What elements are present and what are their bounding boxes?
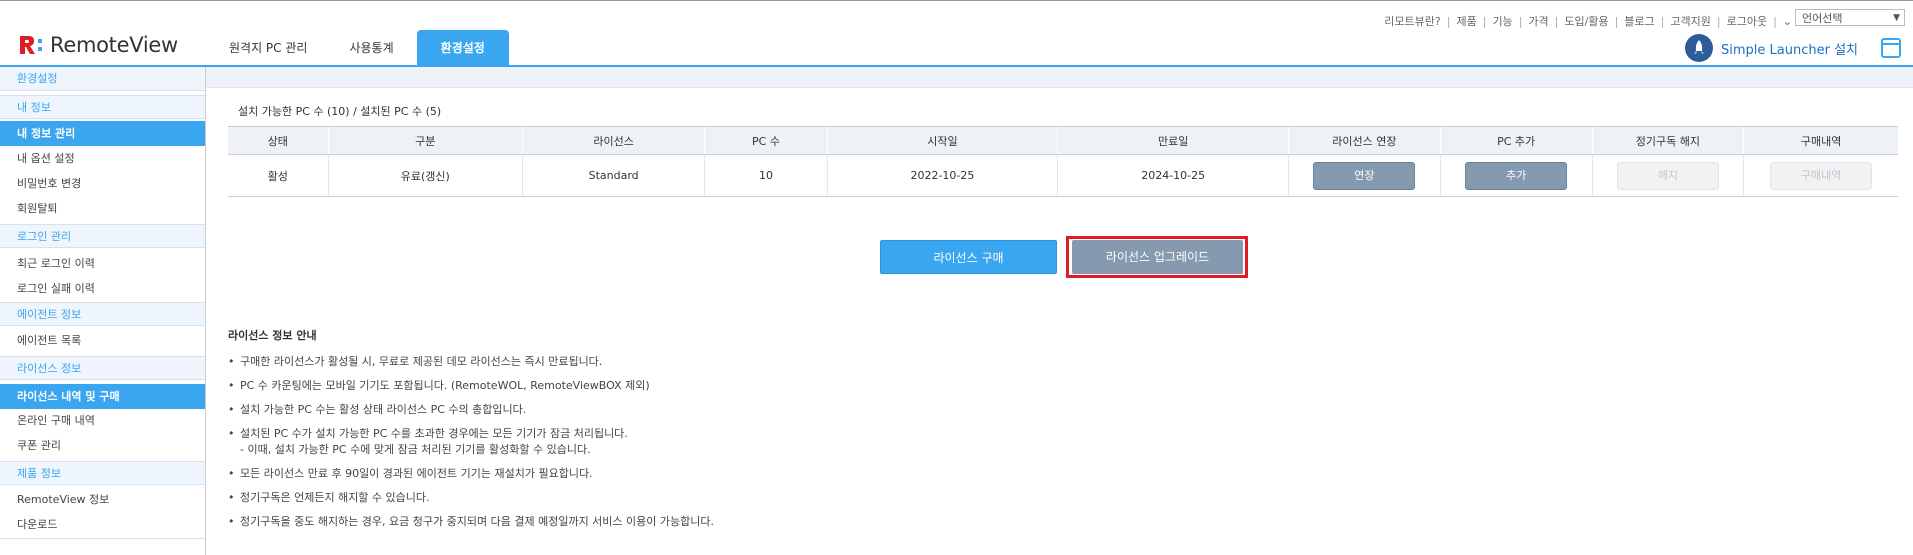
content-top-bar xyxy=(206,67,1913,88)
chevron-down-icon: ▼ xyxy=(1893,13,1900,23)
table-header-row: 상태 구분 라이선스 PC 수 시작일 만료일 라이선스 연장 PC 추가 정기… xyxy=(228,126,1898,155)
topnav-pricing[interactable]: 가격 xyxy=(1522,13,1554,29)
cell-type: 유료(갱신) xyxy=(327,154,523,197)
sidebar-item-coupon[interactable]: 쿠폰 관리 xyxy=(0,435,205,457)
col-type: 구분 xyxy=(327,126,523,155)
col-pc-count: PC 수 xyxy=(704,126,828,155)
sidebar-section-my-info[interactable]: 내 정보 xyxy=(0,95,205,119)
col-start: 시작일 xyxy=(826,126,1058,155)
logo[interactable]: RemoteView xyxy=(18,32,178,58)
logo-text: RemoteView xyxy=(50,33,178,57)
cell-license: Standard xyxy=(521,154,705,197)
table-row: 활성 유료(갱신) Standard 10 2022-10-25 2024-10… xyxy=(228,154,1898,197)
sidebar-item-agent-list[interactable]: 에이전트 목록 xyxy=(0,330,205,352)
rocket-icon xyxy=(1685,34,1713,62)
col-status: 상태 xyxy=(228,126,329,155)
col-add-pc: PC 추가 xyxy=(1439,126,1593,155)
cell-pc-count: 10 xyxy=(704,154,828,197)
tab-settings[interactable]: 환경설정 xyxy=(416,30,509,66)
sidebar-item-license-history[interactable]: 라이선스 내역 및 구매 xyxy=(0,384,205,409)
sidebar-item-download[interactable]: 다운로드 xyxy=(0,514,205,536)
topnav-blog[interactable]: 블로그 xyxy=(1618,13,1660,29)
topnav-product[interactable]: 제품 xyxy=(1450,13,1482,29)
sidebar-item-my-options[interactable]: 내 옵션 설정 xyxy=(0,148,205,170)
sidebar-item-login-failure[interactable]: 로그인 실패 이력 xyxy=(0,278,205,300)
cell-add-pc: 추가 xyxy=(1439,154,1593,197)
topnav-logout[interactable]: 로그아웃 xyxy=(1721,13,1773,29)
col-extend: 라이선스 연장 xyxy=(1288,126,1441,155)
buy-license-button[interactable]: 라이선스 구매 xyxy=(880,240,1057,274)
cell-cancel: 해지 xyxy=(1591,154,1744,197)
sidebar-section-login[interactable]: 로그인 관리 xyxy=(0,224,205,248)
cell-start: 2022-10-25 xyxy=(826,154,1058,197)
sidebar-item-my-info-manage[interactable]: 내 정보 관리 xyxy=(0,121,205,146)
sidebar-item-withdraw[interactable]: 회원탈퇴 xyxy=(0,198,205,220)
launcher-install-link[interactable]: Simple Launcher 설치 xyxy=(1685,34,1858,62)
sidebar-item-online-purchase[interactable]: 온라인 구매 내역 xyxy=(0,410,205,432)
info-item: • 정기구독을 중도 해지하는 경우, 요금 청구가 중지되며 다음 결제 예정일… xyxy=(228,515,714,528)
info-item: • 설치 가능한 PC 수는 활성 상태 라이선스 PC 수의 총합입니다. xyxy=(228,403,527,416)
sidebar-item-password[interactable]: 비밀번호 변경 xyxy=(0,173,205,195)
info-title: 라이선스 정보 안내 xyxy=(228,329,317,342)
col-end: 만료일 xyxy=(1057,126,1289,155)
remoteview-logo-icon xyxy=(20,36,42,54)
info-item: • 구매한 라이선스가 활성될 시, 무료로 제공된 데모 라이선스는 즉시 만료… xyxy=(228,355,603,368)
cell-extend: 연장 xyxy=(1288,154,1441,197)
add-pc-button[interactable]: 추가 xyxy=(1465,161,1568,190)
cell-end: 2024-10-25 xyxy=(1057,154,1289,197)
sidebar-divider xyxy=(0,538,205,539)
info-item: • 모든 라이선스 만료 후 90일이 경과된 에이전트 기기는 재설치가 필요합… xyxy=(228,467,593,480)
header: RemoteView 리모트뷰란? | 제품 | 기능 | 가격 | 도입/활용 | 블로… xyxy=(0,1,1913,67)
topnav-support[interactable]: 고객지원 xyxy=(1664,13,1716,29)
license-table: 상태 구분 라이선스 PC 수 시작일 만료일 라이선스 연장 PC 추가 정기… xyxy=(228,126,1898,197)
sidebar-item-recent-login[interactable]: 최근 로그인 이력 xyxy=(0,253,205,275)
cancel-subscription-button: 해지 xyxy=(1616,161,1719,190)
sidebar-section-product[interactable]: 제품 정보 xyxy=(0,461,205,485)
purchase-history-button: 구매내역 xyxy=(1770,161,1873,190)
info-item: • 정기구독은 언제든지 해지할 수 있습니다. xyxy=(228,491,430,504)
sidebar-section-license[interactable]: 라이선스 정보 xyxy=(0,356,205,380)
col-cancel: 정기구독 해지 xyxy=(1591,126,1744,155)
col-license: 라이선스 xyxy=(521,126,705,155)
cell-history: 구매내역 xyxy=(1743,154,1898,197)
tab-statistics[interactable]: 사용통계 xyxy=(330,30,412,66)
extend-button[interactable]: 연장 xyxy=(1313,161,1416,190)
language-select[interactable]: 언어선택 ▼ xyxy=(1795,9,1905,26)
upgrade-license-button[interactable]: 라이선스 업그레이드 xyxy=(1072,240,1243,274)
sidebar-section-agent[interactable]: 에이전트 정보 xyxy=(0,302,205,326)
launcher-label: Simple Launcher 설치 xyxy=(1721,42,1858,58)
topnav-about[interactable]: 리모트뷰란? xyxy=(1378,13,1446,29)
topnav-features[interactable]: 기능 xyxy=(1486,13,1518,29)
sidebar-item-remoteview-info[interactable]: RemoteView 정보 xyxy=(0,489,205,511)
cell-status: 활성 xyxy=(228,154,329,197)
info-subitem: - 이때, 설치 가능한 PC 수에 맞게 잠금 처리된 기기를 활성화할 수 … xyxy=(240,443,591,456)
topnav-usecase[interactable]: 도입/활용 xyxy=(1558,13,1614,29)
top-utility-nav: 리모트뷰란? | 제품 | 기능 | 가격 | 도입/활용 | 블로그 | 고객지원 | 로그… xyxy=(1378,13,1798,29)
col-history: 구매내역 xyxy=(1743,126,1898,155)
info-item: • 설치된 PC 수가 설치 가능한 PC 수를 초과한 경우에는 모든 기기가 … xyxy=(228,427,628,440)
window-icon[interactable] xyxy=(1881,38,1901,58)
info-item: • PC 수 카운팅에는 모바일 기기도 포함됩니다. (RemoteWOL, R… xyxy=(228,379,650,392)
tab-remote-pc[interactable]: 원격지 PC 관리 xyxy=(210,30,326,66)
main-nav: 원격지 PC 관리 사용통계 환경설정 xyxy=(210,30,513,66)
license-summary: 설치 가능한 PC 수 (10) / 설치된 PC 수 (5) xyxy=(238,105,442,118)
sidebar-title[interactable]: 환경설정 xyxy=(0,67,205,91)
